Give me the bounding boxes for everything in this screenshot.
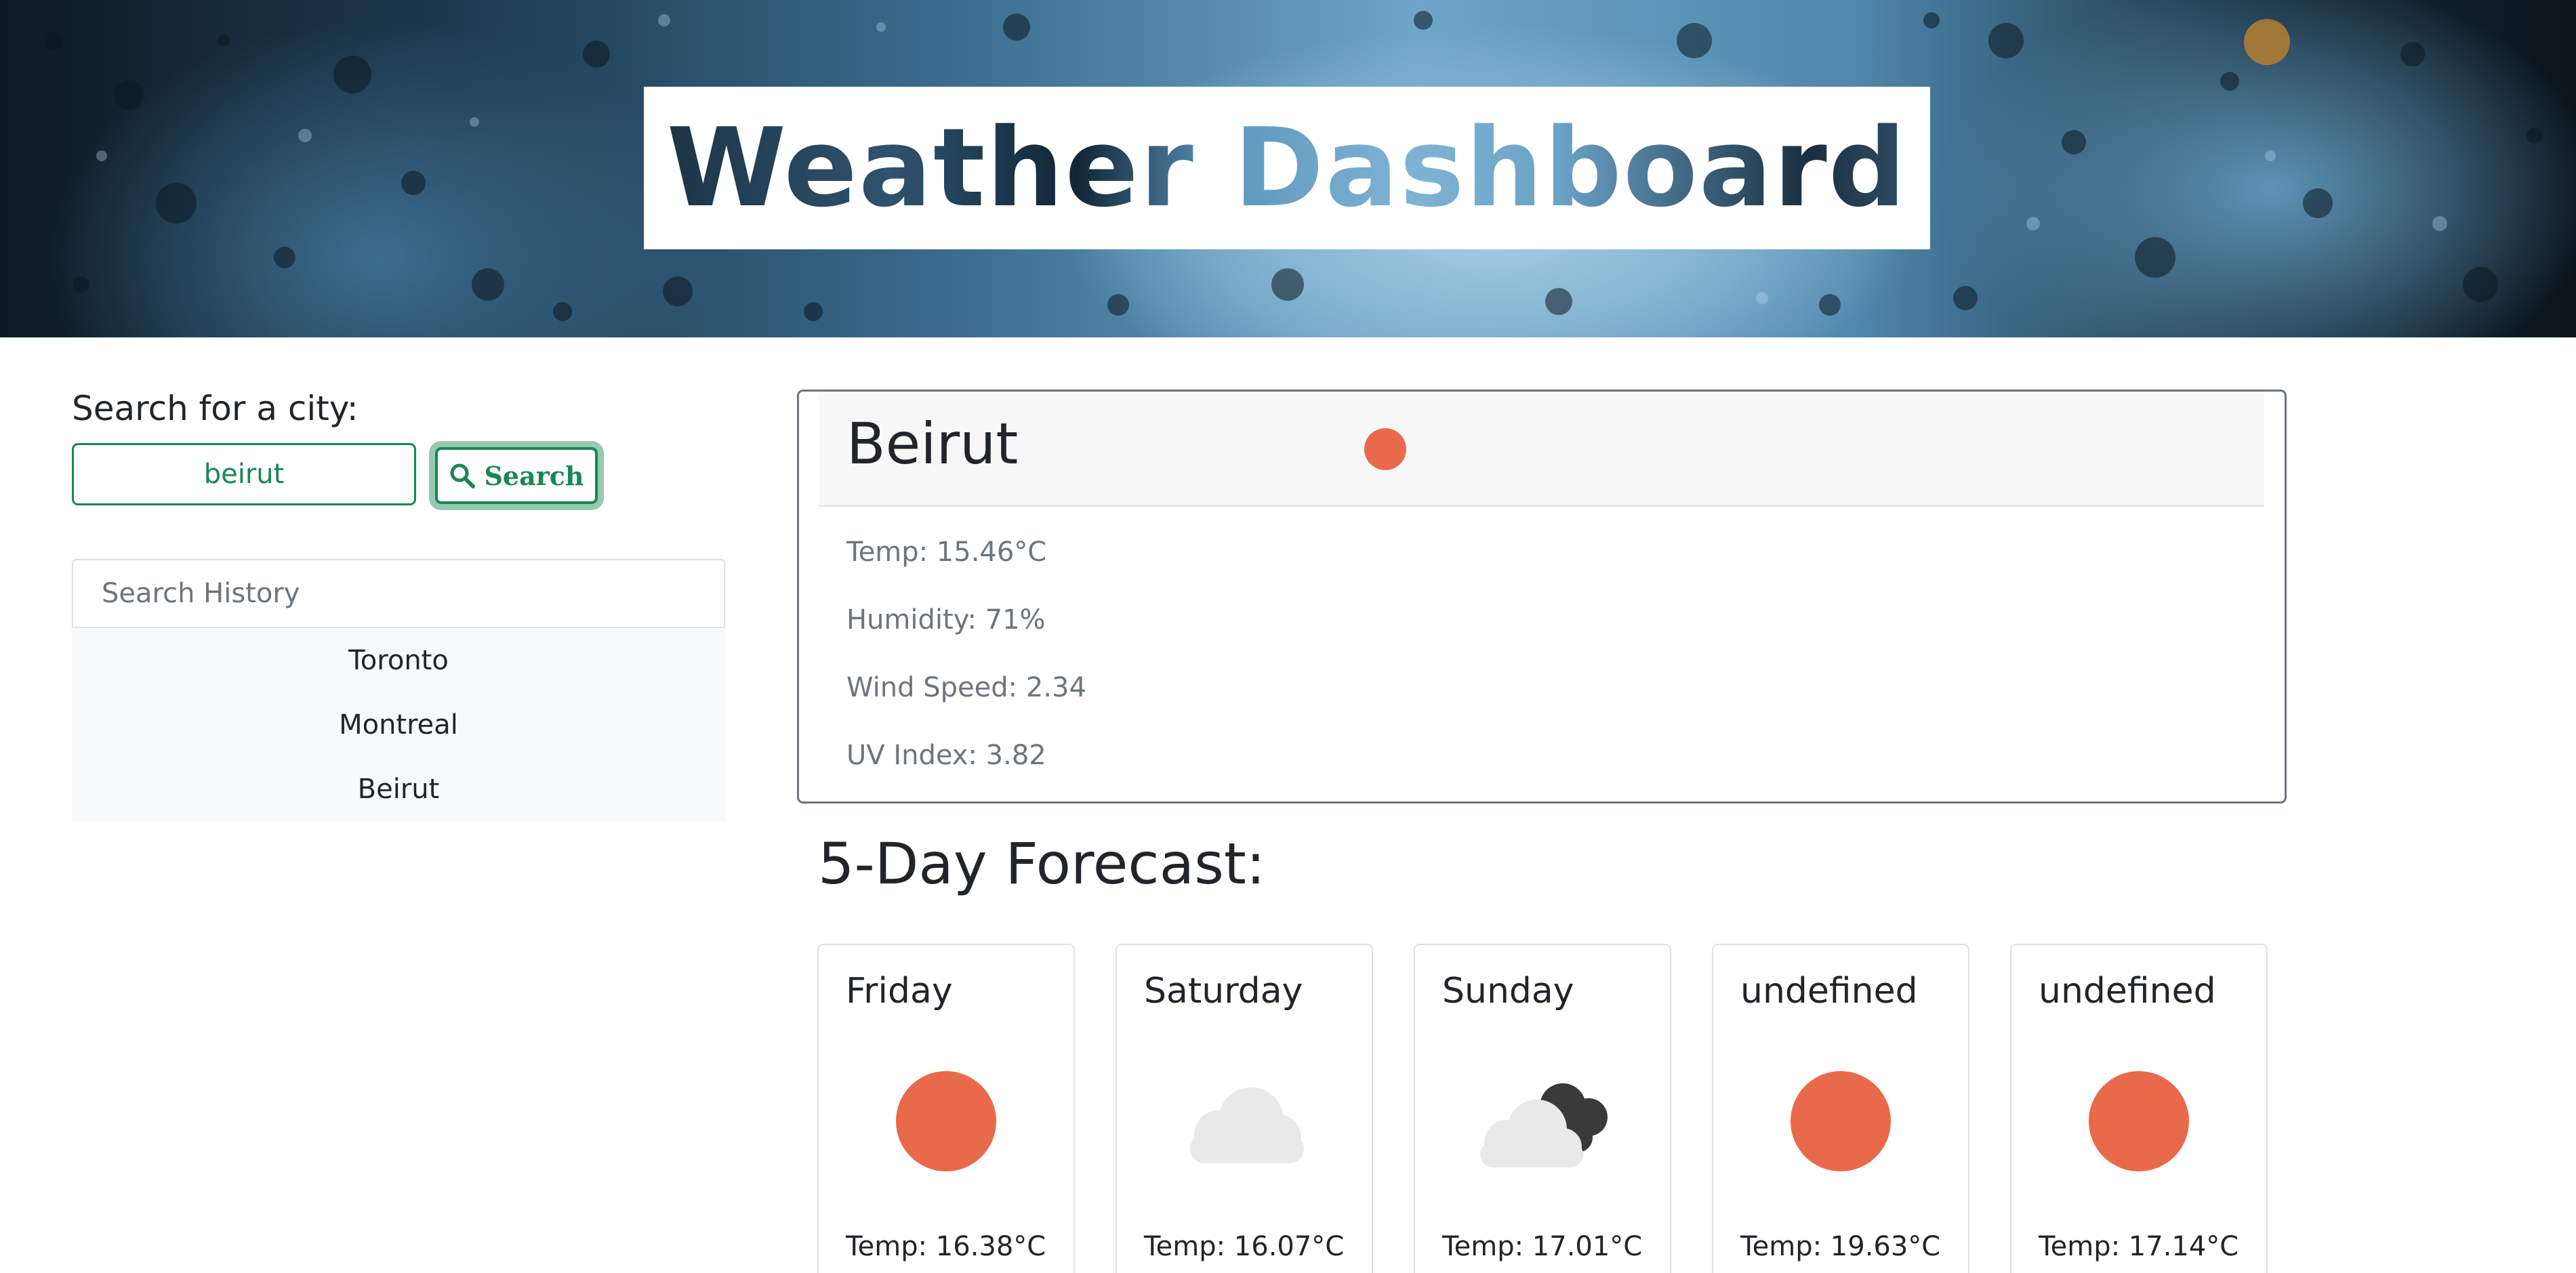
sun-icon	[896, 1071, 996, 1171]
forecast-day: Sunday	[1442, 971, 1574, 1011]
current-city-name: Beirut	[846, 411, 1019, 477]
current-weather-card: Beirut Temp: 15.46°C Humidity: 71% Wind …	[797, 390, 2287, 804]
sun-icon	[2089, 1071, 2189, 1171]
history-item-beirut[interactable]: Beirut	[72, 757, 725, 821]
forecast-temp: Temp: 17.01°C	[1442, 1231, 1643, 1262]
search-history-heading: Search History	[72, 559, 725, 628]
sun-icon	[1791, 1071, 1891, 1171]
city-search-input[interactable]	[72, 443, 416, 505]
forecast-temp: Temp: 19.63°C	[1740, 1231, 1941, 1262]
forecast-day: Friday	[846, 971, 953, 1011]
title-box: Weather Dashboard	[644, 87, 1930, 249]
sun-icon	[1364, 428, 1406, 470]
forecast-title: 5-Day Forecast:	[818, 831, 1266, 897]
search-button[interactable]: Search	[435, 447, 598, 504]
history-item-montreal[interactable]: Montreal	[72, 692, 725, 757]
cloud-icon	[1190, 1087, 1304, 1163]
page-title: Weather Dashboard	[666, 104, 1908, 231]
search-history: Search History Toronto Montreal Beirut	[72, 559, 725, 821]
page: Weather Dashboard Search for a city: Sea…	[0, 0, 2576, 1273]
forecast-card: undefined Temp: 17.14°C	[2010, 944, 2268, 1273]
search-button-label: Search	[484, 460, 584, 491]
current-humidity: Humidity: 71%	[846, 604, 1046, 635]
history-item-toronto[interactable]: Toronto	[72, 628, 725, 692]
forecast-temp: Temp: 17.14°C	[2039, 1231, 2239, 1262]
forecast-card: Sunday Temp: 17.01°C	[1414, 944, 1671, 1273]
forecast-temp: Temp: 16.38°C	[846, 1231, 1046, 1262]
current-temp: Temp: 15.46°C	[846, 537, 1047, 568]
forecast-temp: Temp: 16.07°C	[1144, 1231, 1345, 1262]
header-banner: Weather Dashboard	[0, 0, 2576, 337]
broken-clouds-icon	[1480, 1083, 1608, 1167]
forecast-card: undefined Temp: 19.63°C	[1712, 944, 1969, 1273]
forecast-day: Saturday	[1144, 971, 1303, 1011]
forecast-card: Friday Temp: 16.38°C	[817, 944, 1075, 1273]
search-label: Search for a city:	[72, 389, 359, 428]
magnifier-icon	[450, 463, 476, 488]
forecast-card: Saturday Temp: 16.07°C	[1116, 944, 1373, 1273]
forecast-day: undefined	[2039, 971, 2216, 1011]
current-weather-header: Beirut	[819, 392, 2264, 507]
current-wind-speed: Wind Speed: 2.34	[846, 672, 1086, 703]
forecast-day: undefined	[1740, 971, 1918, 1011]
current-uv-index: UV Index: 3.82	[846, 740, 1046, 771]
